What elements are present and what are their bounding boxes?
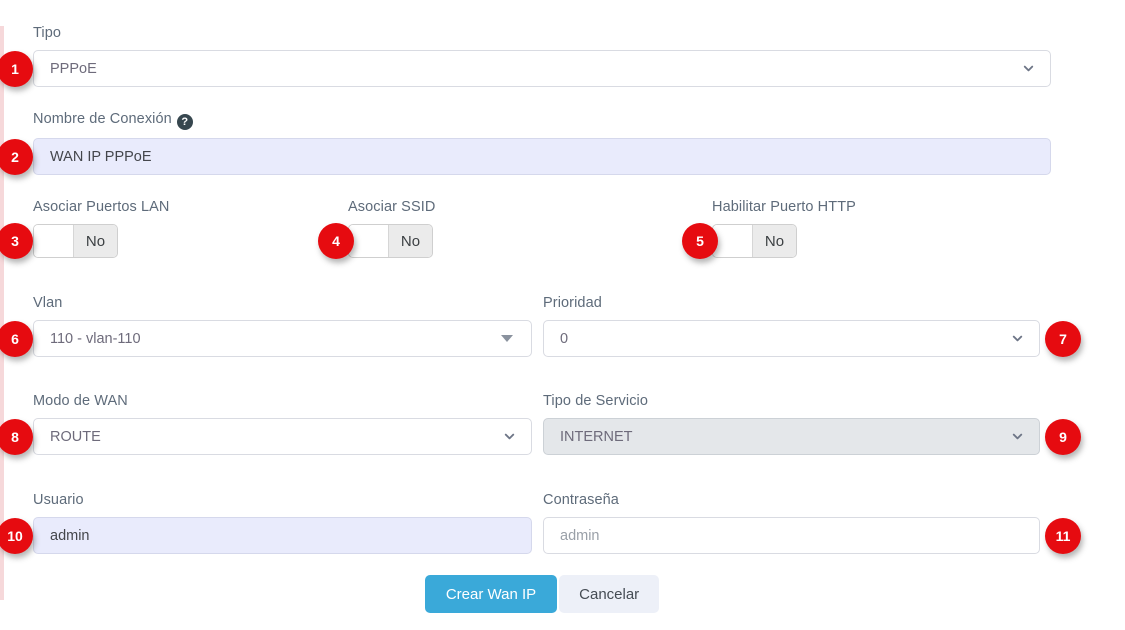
contrasena-input-box xyxy=(543,517,1040,554)
cancelar-button[interactable]: Cancelar xyxy=(559,575,659,613)
modo-wan-select[interactable]: ROUTE xyxy=(33,418,532,455)
annotation-badge-6: 6 xyxy=(0,321,33,357)
puerto-http-toggle[interactable]: No xyxy=(712,224,797,258)
toggle-knob xyxy=(349,225,389,257)
toggle-knob xyxy=(34,225,74,257)
field-group-nombre: Nombre de Conexión? 2 xyxy=(33,110,1051,175)
nombre-input[interactable] xyxy=(50,149,1036,165)
field-group-tipo-servicio: Tipo de Servicio 9 INTERNET xyxy=(543,392,1040,455)
vlan-label: Vlan xyxy=(33,294,532,312)
left-edge-strip xyxy=(0,26,4,600)
field-group-prioridad: Prioridad 7 0 xyxy=(543,294,1040,357)
annotation-badge-10: 10 xyxy=(0,518,33,554)
puerto-http-label: Habilitar Puerto HTTP xyxy=(712,198,856,216)
annotation-badge-9: 9 xyxy=(1045,419,1081,455)
contrasena-input[interactable] xyxy=(560,528,1025,544)
field-group-asociar-lan: Asociar Puertos LAN 3 No xyxy=(33,198,170,258)
modo-wan-select-value: ROUTE xyxy=(50,429,101,445)
field-group-modo-wan: Modo de WAN 8 ROUTE xyxy=(33,392,532,455)
row-modo-servicio: Modo de WAN 8 ROUTE Tipo de Servicio 9 I… xyxy=(33,392,1051,455)
annotation-badge-5: 5 xyxy=(682,223,718,259)
asociar-lan-toggle[interactable]: No xyxy=(33,224,118,258)
tipo-servicio-select: INTERNET xyxy=(543,418,1040,455)
annotation-badge-7: 7 xyxy=(1045,321,1081,357)
annotation-badge-2: 2 xyxy=(0,139,33,175)
prioridad-select[interactable]: 0 xyxy=(543,320,1040,357)
field-group-contrasena: Contraseña 11 xyxy=(543,491,1040,554)
prioridad-label: Prioridad xyxy=(543,294,1040,312)
annotation-badge-8: 8 xyxy=(0,419,33,455)
tipo-select[interactable]: PPPoE xyxy=(33,50,1051,87)
help-icon[interactable]: ? xyxy=(177,114,193,130)
nombre-label-text: Nombre de Conexión xyxy=(33,111,172,127)
field-group-usuario: Usuario 10 xyxy=(33,491,532,554)
toggle-state-label: No xyxy=(753,225,796,257)
crear-wan-ip-button[interactable]: Crear Wan IP xyxy=(425,575,557,613)
tipo-label: Tipo xyxy=(33,24,1051,42)
toggle-knob xyxy=(713,225,753,257)
chevron-down-icon xyxy=(1010,331,1025,346)
vlan-select[interactable]: 110 - vlan-110 xyxy=(33,320,532,357)
row-credenciales: Usuario 10 Contraseña 11 xyxy=(33,491,1051,554)
asociar-ssid-toggle[interactable]: No xyxy=(348,224,433,258)
field-group-vlan: Vlan 6 110 - vlan-110 xyxy=(33,294,532,357)
field-group-asociar-ssid: Asociar SSID 4 No xyxy=(348,198,435,258)
chevron-down-icon xyxy=(1021,61,1036,76)
annotation-badge-4: 4 xyxy=(318,223,354,259)
modo-wan-label: Modo de WAN xyxy=(33,392,532,410)
toggle-row: Asociar Puertos LAN 3 No Asociar SSID 4 … xyxy=(33,198,1051,258)
annotation-badge-11: 11 xyxy=(1045,518,1081,554)
usuario-label: Usuario xyxy=(33,491,532,509)
toggle-state-label: No xyxy=(389,225,432,257)
annotation-badge-1: 1 xyxy=(0,51,33,87)
prioridad-select-value: 0 xyxy=(560,331,568,347)
chevron-down-icon xyxy=(502,429,517,444)
field-group-tipo: Tipo 1 PPPoE xyxy=(33,24,1051,87)
tipo-servicio-label: Tipo de Servicio xyxy=(543,392,1040,410)
nombre-label: Nombre de Conexión? xyxy=(33,110,1051,130)
form-actions: Crear Wan IP Cancelar xyxy=(33,575,1051,613)
field-group-puerto-http: Habilitar Puerto HTTP 5 No xyxy=(712,198,856,258)
asociar-lan-label: Asociar Puertos LAN xyxy=(33,198,170,216)
row-vlan-prioridad: Vlan 6 110 - vlan-110 Prioridad 7 0 xyxy=(33,294,1051,357)
tipo-servicio-select-value: INTERNET xyxy=(560,429,633,445)
asociar-ssid-label: Asociar SSID xyxy=(348,198,435,216)
toggle-state-label: No xyxy=(74,225,117,257)
annotation-badge-3: 3 xyxy=(0,223,33,259)
chevron-down-icon xyxy=(1010,429,1025,444)
usuario-input-box xyxy=(33,517,532,554)
nombre-input-box xyxy=(33,138,1051,175)
usuario-input[interactable] xyxy=(50,528,517,544)
wan-create-form: Tipo 1 PPPoE Nombre de Conexión? 2 Asoci… xyxy=(33,24,1051,613)
contrasena-label: Contraseña xyxy=(543,491,1040,509)
triangle-down-icon xyxy=(501,335,513,342)
vlan-select-value: 110 - vlan-110 xyxy=(50,331,141,347)
tipo-select-value: PPPoE xyxy=(50,61,97,77)
